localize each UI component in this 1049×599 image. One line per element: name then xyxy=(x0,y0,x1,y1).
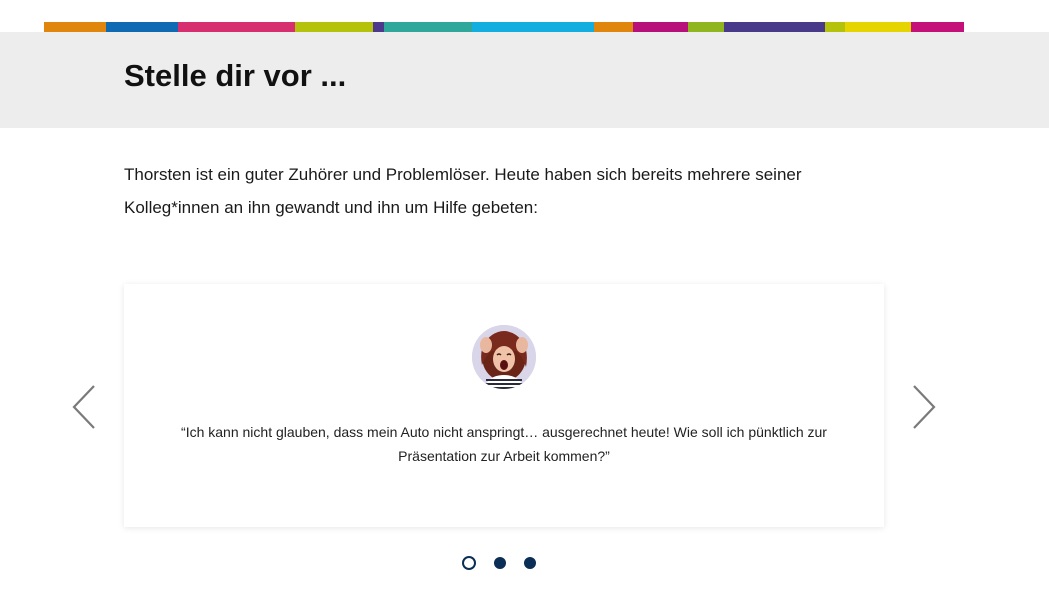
strip-segment xyxy=(472,22,594,32)
page-title: Stelle dir vor ... xyxy=(124,58,347,93)
chevron-right-icon xyxy=(913,385,936,429)
strip-segment xyxy=(724,22,825,32)
carousel-next-button[interactable] xyxy=(908,384,938,430)
strip-segment xyxy=(845,22,911,32)
quote-card: “Ich kann nicht glauben, dass mein Auto … xyxy=(124,284,884,527)
strip-segment xyxy=(106,22,178,32)
chevron-left-icon xyxy=(72,385,95,429)
strip-segment xyxy=(688,22,724,32)
strip-segment xyxy=(295,22,373,32)
carousel-prev-button[interactable] xyxy=(70,384,100,430)
strip-segment xyxy=(44,22,106,32)
strip-segment xyxy=(825,22,845,32)
strip-segment xyxy=(373,22,384,32)
carousel-dot-3[interactable] xyxy=(524,557,536,569)
stressed-woman-avatar-icon xyxy=(472,325,536,389)
testimonial-quote: “Ich kann nicht glauben, dass mein Auto … xyxy=(181,424,827,464)
strip-segment xyxy=(178,22,295,32)
intro-text: Thorsten ist ein guter Zuhörer und Probl… xyxy=(124,165,802,217)
strip-segment xyxy=(594,22,633,32)
carousel-dot-2[interactable] xyxy=(494,557,506,569)
strip-segment xyxy=(384,22,472,32)
strip-segment xyxy=(911,22,964,32)
brand-color-strip xyxy=(44,22,964,32)
carousel-dot-1[interactable] xyxy=(462,556,476,570)
carousel-pagination xyxy=(462,556,536,572)
strip-segment xyxy=(633,22,688,32)
